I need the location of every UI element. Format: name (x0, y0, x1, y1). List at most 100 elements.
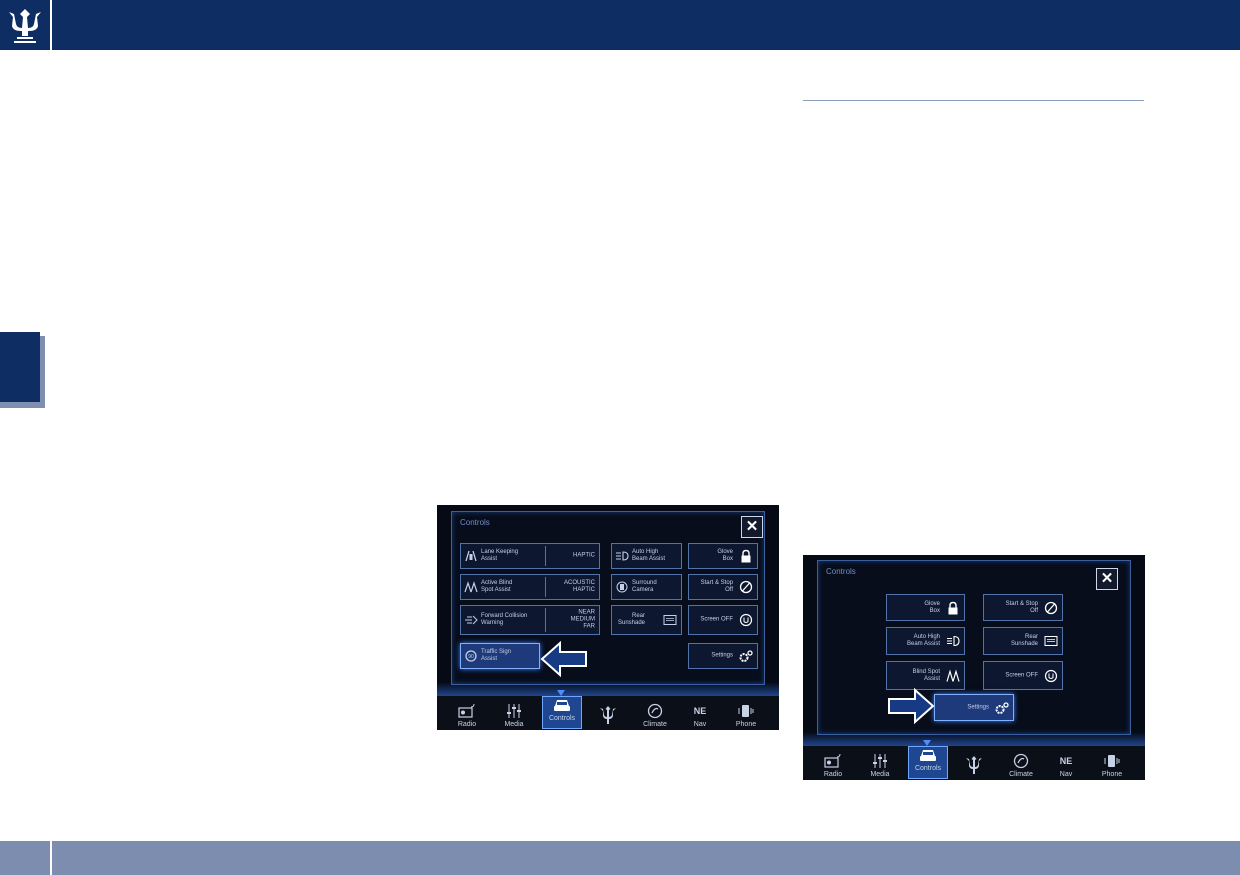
car-icon (920, 750, 936, 761)
button-divider (545, 577, 546, 597)
glove-box-button[interactable]: Glove Box (688, 543, 758, 569)
phone-icon (738, 705, 754, 717)
active-blind-spot-assist-button[interactable]: Active Blind Spot Assist ACOUSTIC HAPTIC (460, 574, 600, 600)
collision-warning-icon (465, 615, 478, 625)
lock-icon (741, 549, 751, 563)
settings-button[interactable]: Settings (688, 643, 758, 669)
nav-media[interactable]: Media (861, 753, 899, 778)
high-beam-icon (616, 551, 629, 561)
nav-label: Controls (914, 765, 942, 772)
gear-icon (739, 650, 753, 662)
climate-icon (647, 703, 663, 719)
nav-nav[interactable]: NE Nav (681, 703, 719, 728)
nav-label: Phone (1101, 771, 1123, 778)
trident-logo (0, 0, 50, 50)
section-tab (0, 332, 40, 402)
radio-icon (824, 753, 841, 768)
auto-high-beam-assist-button[interactable]: Auto High Beam Assist (886, 627, 965, 655)
nav-label: Media (504, 721, 524, 728)
controls-screen-2: Controls ✕ Glove Box Start & Stop Off Au… (803, 555, 1145, 780)
close-icon: ✕ (1100, 570, 1114, 587)
lock-icon (948, 601, 958, 614)
nav-radio[interactable]: Radio (448, 703, 486, 728)
nav-home[interactable] (955, 754, 993, 778)
header-divider (50, 0, 52, 50)
nav-radio[interactable]: Radio (814, 753, 852, 778)
screen-off-icon (1044, 669, 1058, 682)
button-label: Screen OFF (1005, 672, 1038, 678)
lane-keeping-assist-button[interactable]: Lane Keeping Assist HAPTIC (460, 543, 600, 569)
radio-icon (458, 703, 475, 718)
compass-ne: NE (693, 706, 707, 716)
button-label: Active Blind Spot Assist (481, 580, 513, 593)
screen-off-icon (739, 613, 753, 627)
high-beam-icon (947, 635, 960, 647)
auto-high-beam-assist-button[interactable]: Auto High Beam Assist (611, 543, 682, 569)
controls-title: Controls (826, 567, 856, 576)
nav-controls[interactable]: Controls (908, 746, 948, 779)
sunshade-icon (663, 615, 677, 625)
footer-divider (50, 841, 52, 875)
forward-collision-warning-button[interactable]: Forward Collision Warning NEAR MEDIUM FA… (460, 605, 600, 635)
rear-sunshade-button[interactable]: Rear Sunshade (611, 605, 682, 635)
nav-climate[interactable]: Climate (636, 703, 674, 728)
controls-screen-1: Controls ✕ Lane Keeping Assist HAPTIC Ac… (437, 505, 779, 730)
blind-spot-assist-button[interactable]: Blind Spot Assist (886, 661, 965, 690)
bottom-nav: Radio Media Controls Climate NE Nav Phon… (437, 696, 779, 730)
nav-phone[interactable]: Phone (1093, 753, 1131, 778)
nav-home[interactable] (589, 704, 627, 728)
nav-label: Controls (548, 715, 576, 722)
button-label: Start & Stop Off (700, 580, 733, 593)
close-button[interactable]: ✕ (1096, 568, 1118, 590)
media-icon (873, 754, 887, 768)
screen-off-button[interactable]: Screen OFF (688, 605, 758, 635)
nav-phone[interactable]: Phone (727, 703, 765, 728)
nav-nav[interactable]: NE Nav (1047, 753, 1085, 778)
button-label: Lane Keeping Assist (481, 549, 519, 562)
rear-sunshade-button[interactable]: Rear Sunshade (983, 627, 1063, 655)
button-divider (545, 608, 546, 632)
compass-ne: NE (1059, 756, 1073, 766)
button-label: Surround Camera (632, 580, 657, 593)
surround-camera-button[interactable]: Surround Camera (611, 574, 682, 600)
button-value: ACOUSTIC HAPTIC (563, 580, 595, 593)
nav-climate[interactable]: Climate (1002, 753, 1040, 778)
nav-controls[interactable]: Controls (542, 696, 582, 729)
start-stop-off-button[interactable]: Start & Stop Off (983, 594, 1063, 621)
nav-label: Nav (1059, 771, 1073, 778)
pointer-arrow-left (540, 641, 587, 677)
traffic-sign-icon: 90 (465, 650, 477, 662)
screen-off-button[interactable]: Screen OFF (983, 661, 1063, 690)
nav-label: Nav (693, 721, 707, 728)
blind-spot-icon (946, 669, 960, 682)
column-rule (803, 100, 1144, 101)
car-icon (554, 700, 570, 711)
climate-icon (1013, 753, 1029, 769)
start-stop-off-button[interactable]: Start & Stop Off (688, 574, 758, 600)
lane-keeping-icon (465, 550, 477, 562)
nav-label: Media (870, 771, 890, 778)
glove-box-button[interactable]: Glove Box (886, 594, 965, 621)
button-label: Settings (711, 652, 733, 659)
media-icon (507, 704, 521, 718)
button-value: HAPTIC (572, 552, 595, 559)
close-icon: ✕ (745, 518, 759, 535)
phone-icon (1104, 755, 1120, 767)
nav-label: Phone (735, 721, 757, 728)
nav-label: Climate (643, 721, 667, 728)
button-label: Rear Sunshade (1010, 634, 1038, 647)
button-label: Auto High Beam Assist (632, 549, 666, 562)
trident-icon (966, 756, 982, 774)
controls-panel: Controls ✕ Glove Box Start & Stop Off Au… (817, 560, 1131, 735)
close-button[interactable]: ✕ (741, 516, 763, 538)
nav-label: Radio (823, 771, 843, 778)
settings-button[interactable]: Settings (934, 694, 1014, 721)
button-label: Blind Spot Assist (912, 668, 940, 682)
nav-media[interactable]: Media (495, 703, 533, 728)
blind-spot-icon (464, 581, 478, 593)
traffic-sign-assist-button[interactable]: 90 Traffic Sign Assist (460, 643, 540, 669)
button-label: Forward Collision Warning (481, 613, 528, 626)
button-divider (545, 546, 546, 566)
start-stop-icon (739, 580, 753, 594)
controls-panel: Controls ✕ Lane Keeping Assist HAPTIC Ac… (451, 511, 765, 685)
